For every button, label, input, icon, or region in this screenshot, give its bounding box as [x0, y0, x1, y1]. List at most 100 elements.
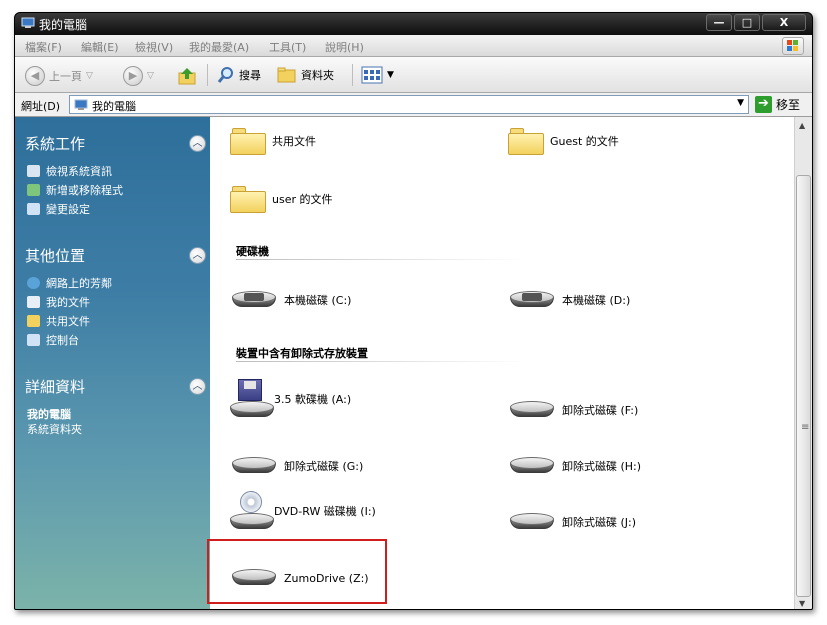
scroll-thumb[interactable]: ≡	[796, 175, 811, 597]
go-button[interactable]: ➔ 移至	[755, 96, 800, 113]
minimize-button[interactable]: —	[706, 14, 732, 31]
drive-item-j[interactable]: 卸除式磁碟 (J:)	[508, 511, 636, 533]
back-button[interactable]: ◀ 上一頁 ▽	[25, 66, 93, 86]
removable-drive-icon	[508, 455, 556, 477]
folder-icon	[230, 127, 266, 155]
add-remove-programs-link[interactable]: 新增或移除程式	[27, 182, 123, 198]
views-button[interactable]: ▼	[361, 66, 394, 84]
view-system-info-link[interactable]: 檢視系統資訊	[27, 163, 112, 179]
search-icon	[217, 67, 233, 83]
drive-item-z[interactable]: ZumoDrive (Z:)	[230, 567, 369, 589]
details-title: 詳細資料	[25, 378, 86, 396]
control-panel-icon	[27, 203, 40, 215]
network-places-link[interactable]: 網路上的芳鄰	[27, 275, 112, 291]
change-settings-link[interactable]: 變更設定	[27, 201, 90, 217]
shared-documents-link[interactable]: 共用文件	[27, 313, 90, 329]
link-label: 新增或移除程式	[46, 184, 123, 197]
explorer-window: 我的電腦 — □ X 檔案(F) 編輯(E) 檢視(V) 我的最愛(A) 工具(…	[14, 12, 813, 610]
item-label: ZumoDrive (Z:)	[284, 571, 369, 585]
folder-icon	[230, 185, 266, 213]
link-label: 我的文件	[46, 296, 90, 309]
item-label: 卸除式磁碟 (G:)	[284, 460, 364, 473]
folders-button[interactable]: 資料夾	[277, 66, 334, 84]
item-label: 本機磁碟 (D:)	[562, 294, 631, 307]
collapse-icon[interactable]: ︿	[189, 135, 206, 152]
back-arrow-icon: ◀	[25, 66, 45, 86]
folder-item-guest-documents[interactable]: Guest 的文件	[508, 127, 619, 155]
search-label: 搜尋	[239, 69, 261, 82]
menu-view[interactable]: 檢視(V)	[135, 39, 173, 55]
maximize-button[interactable]: □	[734, 14, 760, 31]
drive-item-f[interactable]: 卸除式磁碟 (F:)	[508, 399, 638, 421]
link-label: 變更設定	[46, 203, 90, 216]
folder-icon	[508, 127, 544, 155]
menu-tools[interactable]: 工具(T)	[269, 39, 306, 55]
network-icon	[27, 277, 40, 289]
drive-item-i[interactable]: DVD-RW 磁碟機 (I:)	[230, 491, 376, 531]
forward-arrow-icon: ▶	[123, 66, 143, 86]
task-pane: 系統工作 ︿ 檢視系統資訊 新增或移除程式 變更設定 其他位置 ︿ 網路上的芳鄰…	[15, 117, 210, 609]
drive-item-h[interactable]: 卸除式磁碟 (H:)	[508, 455, 641, 477]
views-grid-icon	[361, 66, 383, 84]
item-label: 卸除式磁碟 (F:)	[562, 404, 639, 417]
control-panel-link[interactable]: 控制台	[27, 332, 79, 348]
programs-icon	[27, 184, 40, 196]
search-button[interactable]: 搜尋	[217, 66, 261, 84]
chevron-down-icon: ▽	[147, 71, 154, 81]
link-label: 共用文件	[46, 315, 90, 328]
item-label: 本機磁碟 (C:)	[284, 294, 352, 307]
grip-icon: ≡	[801, 422, 810, 433]
menu-edit[interactable]: 編輯(E)	[81, 39, 119, 55]
removable-drive-icon	[508, 399, 556, 421]
back-label: 上一頁	[49, 70, 82, 83]
menu-file[interactable]: 檔案(F)	[25, 39, 62, 55]
link-label: 控制台	[46, 334, 79, 347]
item-label: 3.5 軟碟機 (A:)	[274, 393, 352, 406]
collapse-icon[interactable]: ︿	[189, 378, 206, 395]
my-documents-link[interactable]: 我的文件	[27, 294, 90, 310]
link-label: 檢視系統資訊	[46, 165, 112, 178]
address-input[interactable]: 我的電腦 ▼	[69, 95, 749, 114]
link-label: 網路上的芳鄰	[46, 277, 112, 290]
folder-item-shared-documents[interactable]: 共用文件	[230, 127, 316, 155]
up-folder-button[interactable]	[177, 66, 199, 86]
vertical-scrollbar[interactable]: ▲ ≡ ▼	[794, 117, 812, 609]
removable-storage-header: 裝置中含有卸除式存放裝置	[236, 347, 368, 360]
folders-label: 資料夾	[301, 69, 334, 82]
drive-item-a[interactable]: 3.5 軟碟機 (A:)	[230, 379, 352, 419]
toolbar-separator	[207, 64, 208, 86]
menu-help[interactable]: 說明(H)	[325, 39, 364, 55]
go-arrow-icon: ➔	[755, 96, 772, 113]
folder-icon	[277, 67, 296, 83]
menu-favorites[interactable]: 我的最愛(A)	[189, 39, 249, 55]
removable-drive-icon	[508, 511, 556, 533]
chevron-down-icon: ▼	[387, 70, 394, 80]
drive-item-d[interactable]: 本機磁碟 (D:)	[508, 289, 630, 311]
system-tasks-section: 系統工作	[25, 133, 85, 154]
collapse-icon[interactable]: ︿	[189, 247, 206, 264]
chevron-down-icon[interactable]: ▼	[737, 98, 744, 108]
system-tasks-title: 系統工作	[25, 135, 86, 153]
drive-item-c[interactable]: 本機磁碟 (C:)	[230, 289, 351, 311]
scroll-up-icon[interactable]: ▲	[799, 121, 805, 130]
close-button[interactable]: X	[762, 14, 806, 31]
removable-drive-icon	[230, 455, 278, 477]
documents-icon	[27, 296, 40, 308]
control-panel-icon	[27, 334, 40, 346]
drive-item-g[interactable]: 卸除式磁碟 (G:)	[230, 455, 363, 477]
toolbar-separator	[352, 64, 353, 86]
scroll-down-icon[interactable]: ▼	[799, 599, 805, 608]
floppy-drive-icon	[230, 379, 274, 419]
forward-button[interactable]: ▶ ▽	[123, 66, 154, 86]
address-label: 網址(D)	[21, 100, 61, 113]
hard-drive-icon	[230, 289, 278, 311]
title-bar[interactable]: 我的電腦 — □ X	[15, 13, 812, 35]
computer-icon	[21, 17, 35, 28]
computer-icon	[74, 99, 88, 110]
address-value: 我的電腦	[92, 100, 136, 113]
item-label: 共用文件	[272, 135, 316, 148]
other-places-section: 其他位置	[25, 245, 85, 266]
folder-item-user-documents[interactable]: user 的文件	[230, 185, 333, 213]
details-description: 系統資料夾	[27, 423, 82, 436]
window-title: 我的電腦	[39, 18, 88, 32]
